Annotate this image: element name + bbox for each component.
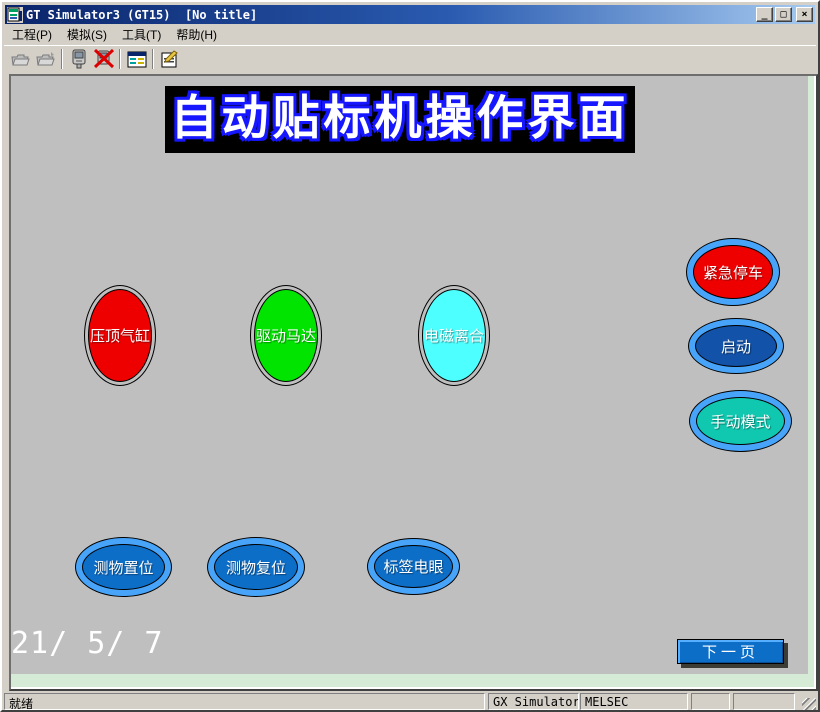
status-panel-gx-simulator: GX Simulator2	[488, 693, 579, 710]
indicator-label: 压顶气缸	[85, 286, 155, 385]
emergency-stop-button[interactable]: 紧急停车	[686, 238, 780, 306]
button-label: 启动	[689, 319, 783, 373]
indicator-magnetic-clutch[interactable]: 电磁离合	[418, 285, 490, 386]
simulator-client-frame: 自动贴标机操作界面 压顶气缸 驱动马达 电磁离合 紧急停车	[9, 74, 818, 691]
next-page-button[interactable]: 下一页	[677, 639, 784, 664]
indicator-drive-motor[interactable]: 驱动马达	[250, 285, 322, 386]
button-label: 标签电眼	[368, 539, 459, 594]
gt-screen: 自动贴标机操作界面 压顶气缸 驱动马达 电磁离合 紧急停车	[11, 76, 808, 674]
app-icon[interactable]	[7, 7, 23, 23]
resize-grip[interactable]	[802, 698, 816, 712]
indicator-label: 电磁离合	[419, 286, 489, 385]
window-title: GT Simulator3 (GT15) [No title]	[26, 8, 752, 22]
open-recent-icon[interactable]	[33, 47, 58, 71]
close-button[interactable]: ×	[796, 7, 813, 22]
button-label: 手动模式	[690, 391, 791, 451]
date-display: 21/ 5/ 7	[11, 626, 164, 661]
menu-item-help[interactable]: 帮助(H)	[169, 24, 224, 45]
maximize-button[interactable]: □	[775, 7, 792, 22]
simulator-viewport: 自动贴标机操作界面 压顶气缸 驱动马达 电磁离合 紧急停车	[11, 76, 816, 689]
toolbar-separator	[119, 49, 121, 69]
menu-bar: 工程(P) 模拟(S) 工具(T) 帮助(H)	[4, 25, 816, 44]
button-label: 紧急停车	[687, 239, 779, 305]
minimize-button[interactable]: _	[756, 7, 773, 22]
menu-item-project[interactable]: 工程(P)	[5, 24, 59, 45]
object-reset-button[interactable]: 测物复位	[207, 537, 305, 597]
open-project-icon[interactable]	[8, 47, 33, 71]
indicator-press-cylinder[interactable]: 压顶气缸	[84, 285, 156, 386]
manual-mode-button[interactable]: 手动模式	[689, 390, 792, 452]
device-monitor-icon[interactable]	[124, 47, 149, 71]
start-simulation-icon[interactable]	[66, 47, 91, 71]
status-panel-melsec: MELSEC	[580, 693, 688, 710]
option-settings-icon[interactable]	[157, 47, 182, 71]
start-button[interactable]: 启动	[688, 318, 784, 374]
toolbar	[4, 45, 816, 72]
status-panel-empty	[691, 693, 730, 710]
button-label: 测物复位	[208, 538, 304, 596]
button-label: 测物置位	[76, 538, 171, 596]
screen-title-banner: 自动贴标机操作界面	[165, 86, 635, 153]
toolbar-separator	[152, 49, 154, 69]
toolbar-separator	[61, 49, 63, 69]
label-sensor-button[interactable]: 标签电眼	[367, 538, 460, 595]
status-panel-empty	[733, 693, 795, 710]
status-message: 就绪	[4, 693, 485, 710]
gt-simulator-window: GT Simulator3 (GT15) [No title] _ □ × 工程…	[0, 0, 820, 712]
stop-simulation-icon[interactable]	[91, 47, 116, 71]
status-bar: 就绪 GX Simulator2 MELSEC	[4, 691, 816, 712]
object-set-button[interactable]: 测物置位	[75, 537, 172, 597]
menu-item-simulate[interactable]: 模拟(S)	[60, 24, 114, 45]
indicator-label: 驱动马达	[251, 286, 321, 385]
window-controls: _ □ ×	[756, 7, 813, 22]
title-bar: GT Simulator3 (GT15) [No title] _ □ ×	[5, 5, 815, 24]
menu-item-tools[interactable]: 工具(T)	[115, 24, 168, 45]
